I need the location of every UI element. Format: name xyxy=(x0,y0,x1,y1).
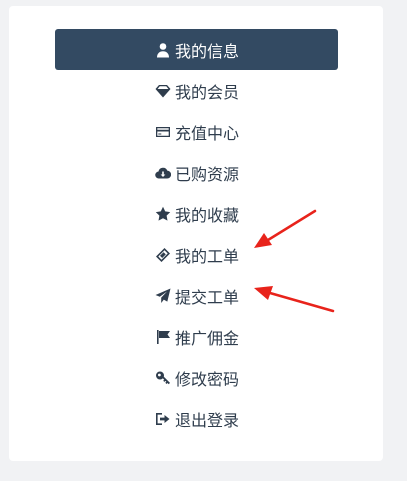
ticket-icon xyxy=(154,246,172,264)
menu-item-my-favorites[interactable]: 我的收藏 xyxy=(55,193,338,234)
menu-item-label: 充值中心 xyxy=(174,123,239,143)
menu-item-purchased-resources[interactable]: 已购资源 xyxy=(55,152,338,193)
menu-item-label: 我的工单 xyxy=(174,246,239,266)
sign-out-icon xyxy=(154,410,172,428)
menu-item-label: 我的会员 xyxy=(174,82,239,102)
credit-card-icon xyxy=(154,123,172,141)
menu-item-label: 提交工单 xyxy=(174,287,239,307)
menu-item-my-info[interactable]: 我的信息 xyxy=(55,29,338,70)
key-icon xyxy=(154,369,172,387)
menu-item-logout[interactable]: 退出登录 xyxy=(55,398,338,439)
menu-item-label: 我的信息 xyxy=(174,41,239,61)
menu-item-label: 修改密码 xyxy=(174,369,239,389)
menu-item-recharge-center[interactable]: 充值中心 xyxy=(55,111,338,152)
flag-icon xyxy=(154,328,172,346)
menu-item-change-password[interactable]: 修改密码 xyxy=(55,357,338,398)
menu-item-label: 退出登录 xyxy=(174,410,239,430)
diamond-icon xyxy=(154,82,172,100)
user-menu: 我的信息 我的会员 充值中心 已购资源 我的收藏 我的工单 提交工单 推广佣金 … xyxy=(55,29,338,439)
menu-item-my-membership[interactable]: 我的会员 xyxy=(55,70,338,111)
menu-item-label: 已购资源 xyxy=(174,164,239,184)
menu-item-label: 推广佣金 xyxy=(174,328,239,348)
menu-item-referral-commission[interactable]: 推广佣金 xyxy=(55,316,338,357)
menu-item-label: 我的收藏 xyxy=(174,205,239,225)
paper-plane-icon xyxy=(154,287,172,305)
user-icon xyxy=(154,41,172,59)
cloud-download-icon xyxy=(154,164,172,182)
menu-item-submit-ticket[interactable]: 提交工单 xyxy=(55,275,338,316)
star-icon xyxy=(154,205,172,223)
menu-item-my-tickets[interactable]: 我的工单 xyxy=(55,234,338,275)
